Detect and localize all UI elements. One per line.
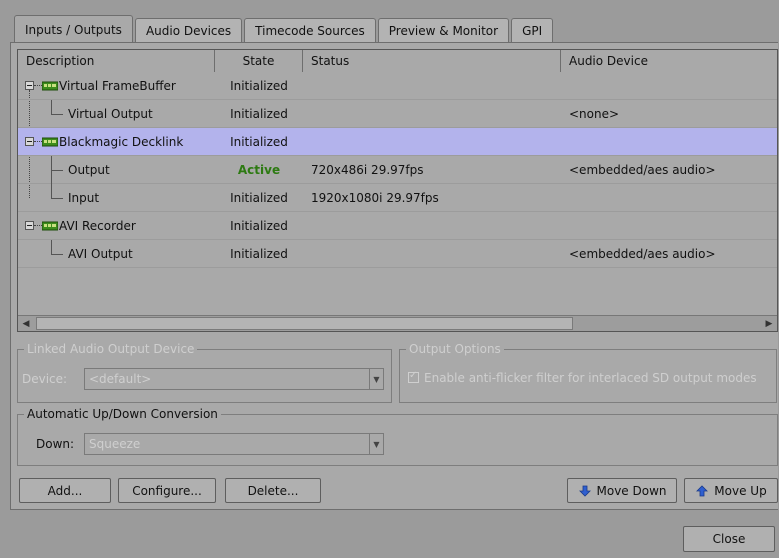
device-name: Blackmagic Decklink xyxy=(59,135,184,149)
device-status xyxy=(303,100,561,128)
device-state: Initialized xyxy=(230,219,288,233)
linked-audio-group: Linked Audio Output Device Device: <defa… xyxy=(17,342,392,403)
device-status: 720x486i 29.97fps xyxy=(311,163,424,177)
column-header-audio-device[interactable]: Audio Device xyxy=(561,50,777,72)
table-row-selected[interactable]: Blackmagic Decklink Initialized xyxy=(18,128,777,156)
scroll-right-icon[interactable]: ▶ xyxy=(762,317,776,330)
input-name: Input xyxy=(68,191,100,205)
column-header-state[interactable]: State xyxy=(215,50,303,72)
collapse-icon[interactable] xyxy=(25,137,34,146)
collapse-icon[interactable] xyxy=(25,81,34,90)
arrow-down-icon xyxy=(578,484,592,498)
down-conversion-select[interactable]: Squeeze ▼ xyxy=(84,433,384,455)
table-header: Description State Status Audio Device xyxy=(18,50,777,72)
tab-bar: Inputs / Outputs Audio Devices Timecode … xyxy=(14,14,555,43)
table-row[interactable]: Virtual Output Initialized <none> xyxy=(18,100,777,128)
delete-button[interactable]: Delete... xyxy=(225,478,321,503)
device-state: Initialized xyxy=(230,79,288,93)
column-header-status[interactable]: Status xyxy=(303,50,561,72)
tab-timecode-sources[interactable]: Timecode Sources xyxy=(244,18,376,42)
tab-preview-monitor[interactable]: Preview & Monitor xyxy=(377,18,510,42)
device-audio: <embedded/aes audio> xyxy=(569,247,716,261)
close-button[interactable]: Close xyxy=(683,526,775,552)
move-down-button[interactable]: Move Down xyxy=(567,478,677,503)
tree-connector xyxy=(34,141,42,142)
horizontal-scrollbar[interactable]: ◀ ▶ xyxy=(18,315,777,331)
tree-connector xyxy=(34,85,42,86)
conversion-title: Automatic Up/Down Conversion xyxy=(24,407,221,421)
tab-inputs-outputs[interactable]: Inputs / Outputs xyxy=(14,15,133,43)
linked-audio-title: Linked Audio Output Device xyxy=(24,342,198,356)
device-state: Initialized xyxy=(230,107,288,121)
output-options-group: Output Options Enable anti-flicker filte… xyxy=(399,342,777,403)
tree-connector xyxy=(34,225,42,226)
device-audio xyxy=(561,128,777,156)
device-audio xyxy=(561,184,777,212)
output-name: AVI Output xyxy=(68,247,133,261)
device-status xyxy=(303,212,561,240)
output-name: Virtual Output xyxy=(68,107,153,121)
device-status xyxy=(303,128,561,156)
collapse-icon[interactable] xyxy=(25,221,34,230)
device-card-icon xyxy=(42,137,58,147)
table-row[interactable]: Virtual FrameBuffer Initialized xyxy=(18,72,777,100)
device-card-icon xyxy=(42,81,58,91)
device-audio: <none> xyxy=(569,107,620,121)
chevron-down-icon[interactable]: ▼ xyxy=(369,369,383,389)
device-audio xyxy=(561,212,777,240)
tree-connector xyxy=(51,184,63,199)
tab-audio-devices[interactable]: Audio Devices xyxy=(134,18,243,42)
device-select-value: <default> xyxy=(89,372,152,386)
checkbox-checked-icon[interactable] xyxy=(408,370,419,383)
device-name: Virtual FrameBuffer xyxy=(59,79,176,93)
tree-connector xyxy=(51,156,63,171)
tree-connector xyxy=(51,240,63,255)
chevron-down-icon[interactable]: ▼ xyxy=(369,434,383,454)
table-rows: Virtual FrameBuffer Initialized Virtual … xyxy=(18,72,777,268)
move-up-button[interactable]: Move Up xyxy=(684,478,778,503)
anti-flicker-label: Enable anti-flicker filter for interlace… xyxy=(424,371,757,385)
output-name: Output xyxy=(68,163,110,177)
output-options-title: Output Options xyxy=(406,342,504,356)
configure-button[interactable]: Configure... xyxy=(118,478,216,503)
table-row[interactable]: Input Initialized 1920x1080i 29.97fps xyxy=(18,184,777,212)
conversion-group: Automatic Up/Down Conversion Down: Squee… xyxy=(17,407,778,466)
device-audio xyxy=(561,72,777,100)
device-audio: <embedded/aes audio> xyxy=(569,163,716,177)
device-state: Initialized xyxy=(230,135,288,149)
anti-flicker-checkbox[interactable]: Enable anti-flicker filter for interlace… xyxy=(408,370,757,385)
device-label: Device: xyxy=(22,372,68,386)
device-state: Initialized xyxy=(230,247,288,261)
table-row[interactable]: AVI Recorder Initialized xyxy=(18,212,777,240)
add-button[interactable]: Add... xyxy=(19,478,111,503)
device-card-icon xyxy=(42,221,58,231)
down-label: Down: xyxy=(36,437,75,451)
device-name: AVI Recorder xyxy=(59,219,136,233)
device-state-active: Active xyxy=(237,163,281,177)
device-table[interactable]: Description State Status Audio Device Vi… xyxy=(17,49,778,332)
tab-panel: Description State Status Audio Device Vi… xyxy=(10,42,778,510)
scrollbar-thumb[interactable] xyxy=(36,317,573,330)
device-select[interactable]: <default> ▼ xyxy=(84,368,384,390)
arrow-up-icon xyxy=(695,484,709,498)
tab-gpi[interactable]: GPI xyxy=(511,18,554,42)
device-status xyxy=(303,240,561,268)
tree-connector xyxy=(51,100,63,115)
down-conversion-value: Squeeze xyxy=(89,437,141,451)
table-row[interactable]: Output Active 720x486i 29.97fps <embedde… xyxy=(18,156,777,184)
move-down-label: Move Down xyxy=(596,483,667,498)
scroll-left-icon[interactable]: ◀ xyxy=(19,317,33,330)
column-header-description[interactable]: Description xyxy=(18,50,215,72)
move-up-label: Move Up xyxy=(714,483,767,498)
device-state: Initialized xyxy=(230,191,288,205)
device-status xyxy=(303,72,561,100)
device-status: 1920x1080i 29.97fps xyxy=(311,191,439,205)
table-row[interactable]: AVI Output Initialized <embedded/aes aud… xyxy=(18,240,777,268)
